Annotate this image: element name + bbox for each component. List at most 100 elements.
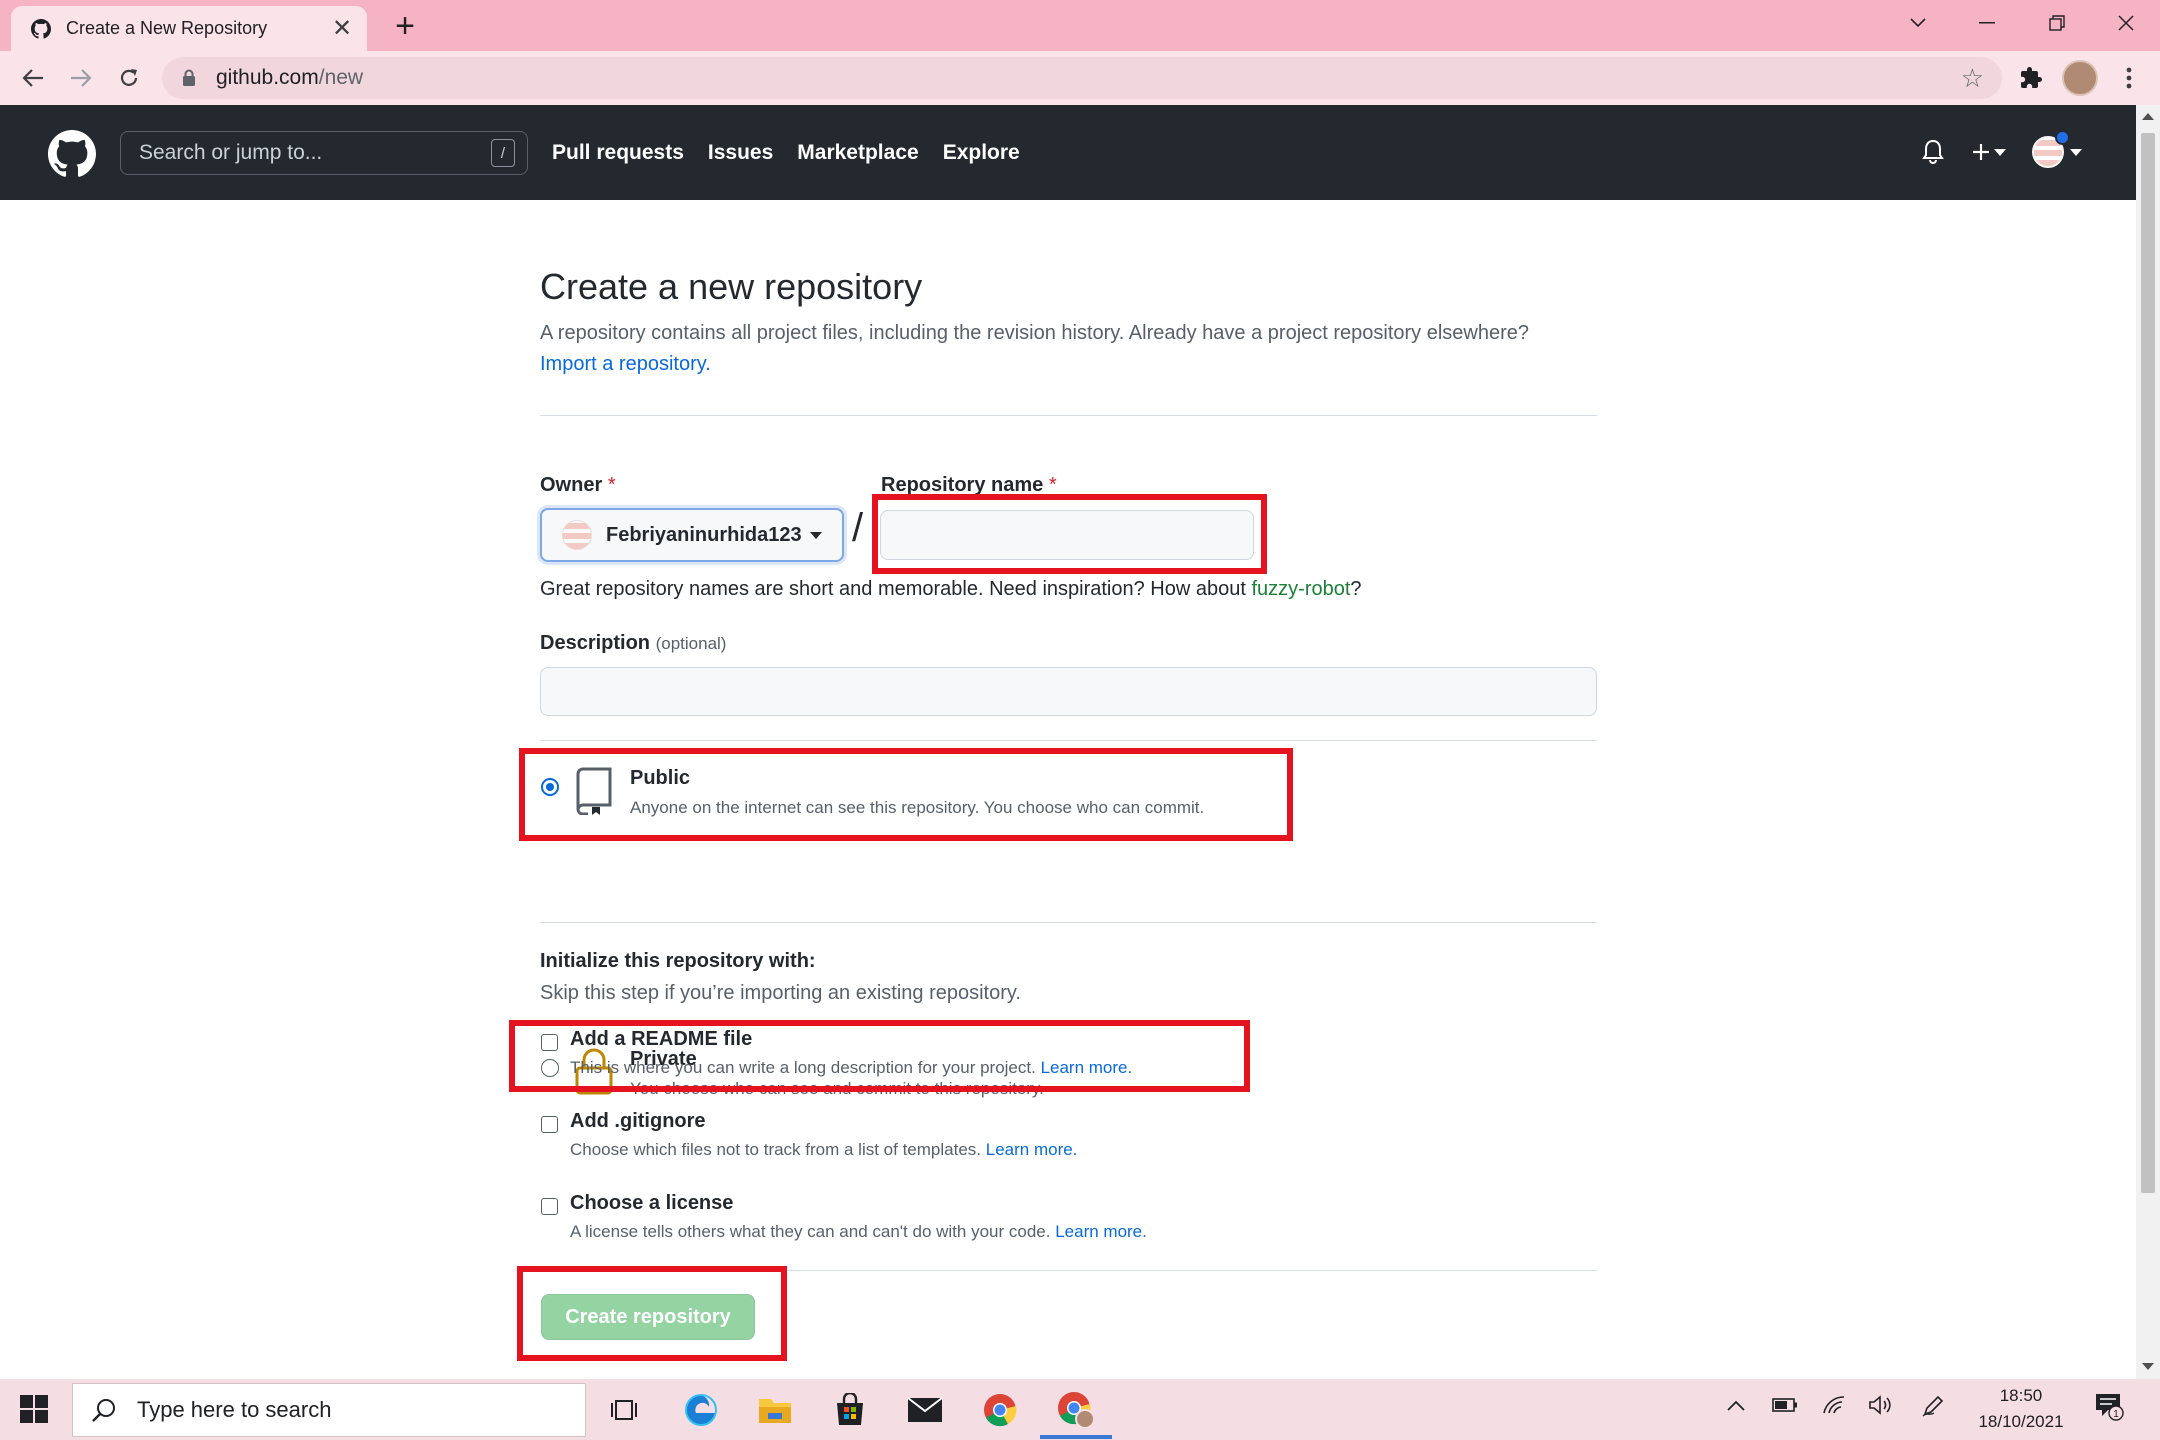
url-text: github.com/new <box>216 66 364 89</box>
address-bar[interactable]: github.com/new ☆ <box>162 57 2002 99</box>
name-suggestion-link[interactable]: fuzzy-robot <box>1251 578 1350 600</box>
license-description: A license tells others what they can and… <box>570 1222 1147 1241</box>
taskbar-clock[interactable]: 18:50 18/10/2021 <box>1966 1383 2076 1435</box>
public-description: Anyone on the internet can see this repo… <box>630 798 1205 817</box>
github-favicon-icon <box>30 18 52 40</box>
github-search-input[interactable]: Search or jump to... / <box>120 131 528 175</box>
page-subtitle: A repository contains all project files,… <box>540 322 1530 375</box>
github-header-actions <box>1920 130 2082 172</box>
github-search-placeholder: Search or jump to... <box>139 141 323 164</box>
description-label: Description (optional) <box>540 632 727 654</box>
owner-select[interactable]: Febriyaninurhida123 <box>540 508 844 562</box>
mail-icon[interactable] <box>905 1390 945 1430</box>
search-icon <box>92 1399 115 1422</box>
visibility-public-option[interactable]: Public Anyone on the internet can see th… <box>540 765 1440 829</box>
browser-tab[interactable]: Create a New Repository ✕ <box>11 6 367 51</box>
bookmark-star-icon[interactable]: ☆ <box>1961 63 1984 94</box>
svg-text:1: 1 <box>2113 1409 2119 1420</box>
gitignore-checkbox[interactable] <box>541 1116 558 1133</box>
show-hidden-icons-chevron-icon[interactable] <box>1726 1395 1746 1418</box>
windows-start-icon[interactable] <box>20 1395 50 1425</box>
nav-pull-requests[interactable]: Pull requests <box>552 141 684 165</box>
page-scrollbar[interactable] <box>2136 105 2160 1379</box>
readme-description: This is where you can write a long descr… <box>570 1058 1133 1077</box>
task-view-icon[interactable] <box>604 1390 644 1430</box>
active-app-indicator <box>1040 1435 1112 1439</box>
volume-icon[interactable] <box>1868 1395 1894 1421</box>
gitignore-learn-more-link[interactable]: Learn more. <box>986 1140 1078 1159</box>
github-main-nav: Pull requests Issues Marketplace Explore <box>552 105 1020 200</box>
readme-checkbox[interactable] <box>541 1034 558 1051</box>
caret-down-icon <box>2070 148 2082 156</box>
repo-name-hint: Great repository names are short and mem… <box>540 578 1362 600</box>
reload-icon[interactable] <box>112 61 146 95</box>
repo-name-label: Repository name * <box>881 474 1057 496</box>
nav-marketplace[interactable]: Marketplace <box>797 141 918 165</box>
back-arrow-icon[interactable] <box>16 61 50 95</box>
pen-workspace-icon[interactable] <box>1922 1395 1944 1423</box>
minimize-button[interactable] <box>1957 6 2017 40</box>
license-learn-more-link[interactable]: Learn more. <box>1055 1222 1147 1241</box>
github-header: Search or jump to... / Pull requests Iss… <box>0 105 2136 200</box>
notification-center-icon[interactable]: 1 <box>2094 1391 2124 1427</box>
divider <box>540 1270 1597 1271</box>
clock-time: 18:50 <box>1999 1386 2043 1405</box>
repo-book-icon <box>574 767 614 816</box>
gitignore-title: Add .gitignore <box>570 1110 706 1132</box>
divider <box>540 415 1597 416</box>
edge-browser-icon[interactable] <box>681 1390 721 1430</box>
public-title: Public <box>630 767 691 789</box>
github-logo-icon[interactable] <box>48 130 96 178</box>
taskbar-search-placeholder: Type here to search <box>137 1397 332 1422</box>
chrome-icon[interactable] <box>980 1390 1020 1430</box>
microsoft-store-icon[interactable] <box>830 1390 870 1430</box>
public-radio[interactable] <box>541 778 559 796</box>
extensions-puzzle-icon[interactable] <box>2014 61 2048 95</box>
user-menu-dropdown[interactable] <box>2032 130 2082 168</box>
browser-menu-icon[interactable] <box>2112 61 2146 95</box>
battery-icon[interactable] <box>1772 1395 1798 1418</box>
scroll-up-arrow-icon[interactable] <box>2142 113 2154 120</box>
owner-repo-separator: / <box>852 506 864 550</box>
initialize-subtitle: Skip this step if you’re importing an ex… <box>540 982 1021 1004</box>
divider <box>540 740 1597 741</box>
lock-icon <box>182 69 198 87</box>
restore-button[interactable] <box>2027 6 2087 40</box>
readme-title: Add a README file <box>570 1028 753 1050</box>
import-repository-link[interactable]: Import a repository. <box>540 353 711 375</box>
search-shortcut-key: / <box>491 139 515 167</box>
readme-option[interactable]: Add a README file This is where you can … <box>540 1026 1440 1086</box>
initialize-title: Initialize this repository with: <box>540 950 816 972</box>
tab-close-icon[interactable]: ✕ <box>327 14 357 44</box>
file-explorer-icon[interactable] <box>755 1390 795 1430</box>
create-new-dropdown[interactable] <box>1972 143 2006 161</box>
scroll-down-arrow-icon[interactable] <box>2142 1363 2154 1370</box>
windows-taskbar: Type here to search 18:50 18/10/2021 1 <box>0 1379 2160 1440</box>
wifi-icon[interactable] <box>1822 1395 1846 1421</box>
browser-tab-strip: Create a New Repository ✕ + <box>0 0 2160 51</box>
scrollbar-thumb[interactable] <box>2141 133 2155 1193</box>
taskbar-search-box[interactable]: Type here to search <box>72 1383 586 1437</box>
owner-label: Owner * <box>540 474 616 496</box>
create-repository-button[interactable]: Create repository <box>541 1294 755 1340</box>
license-checkbox[interactable] <box>541 1198 558 1215</box>
gitignore-option[interactable]: Add .gitignore Choose which files not to… <box>540 1108 1440 1168</box>
license-option[interactable]: Choose a license A license tells others … <box>540 1190 1440 1250</box>
caret-down-icon <box>1994 148 2006 156</box>
browser-profile-avatar[interactable] <box>2062 60 2098 96</box>
readme-learn-more-link[interactable]: Learn more. <box>1041 1058 1133 1077</box>
chrome-profile-icon[interactable] <box>1056 1390 1096 1430</box>
close-window-button[interactable] <box>2096 6 2156 40</box>
repo-name-input[interactable] <box>880 510 1254 560</box>
license-title: Choose a license <box>570 1192 734 1214</box>
description-input[interactable] <box>540 667 1597 716</box>
owner-avatar <box>562 520 592 550</box>
forward-arrow-icon[interactable] <box>64 61 98 95</box>
tab-search-chevron-icon[interactable] <box>1888 6 1948 40</box>
nav-explore[interactable]: Explore <box>943 141 1020 165</box>
tab-title: Create a New Repository <box>66 18 268 38</box>
nav-issues[interactable]: Issues <box>708 141 773 165</box>
new-tab-button[interactable]: + <box>388 9 422 44</box>
notification-bell-icon[interactable] <box>1920 138 1946 166</box>
caret-down-icon <box>809 531 822 539</box>
